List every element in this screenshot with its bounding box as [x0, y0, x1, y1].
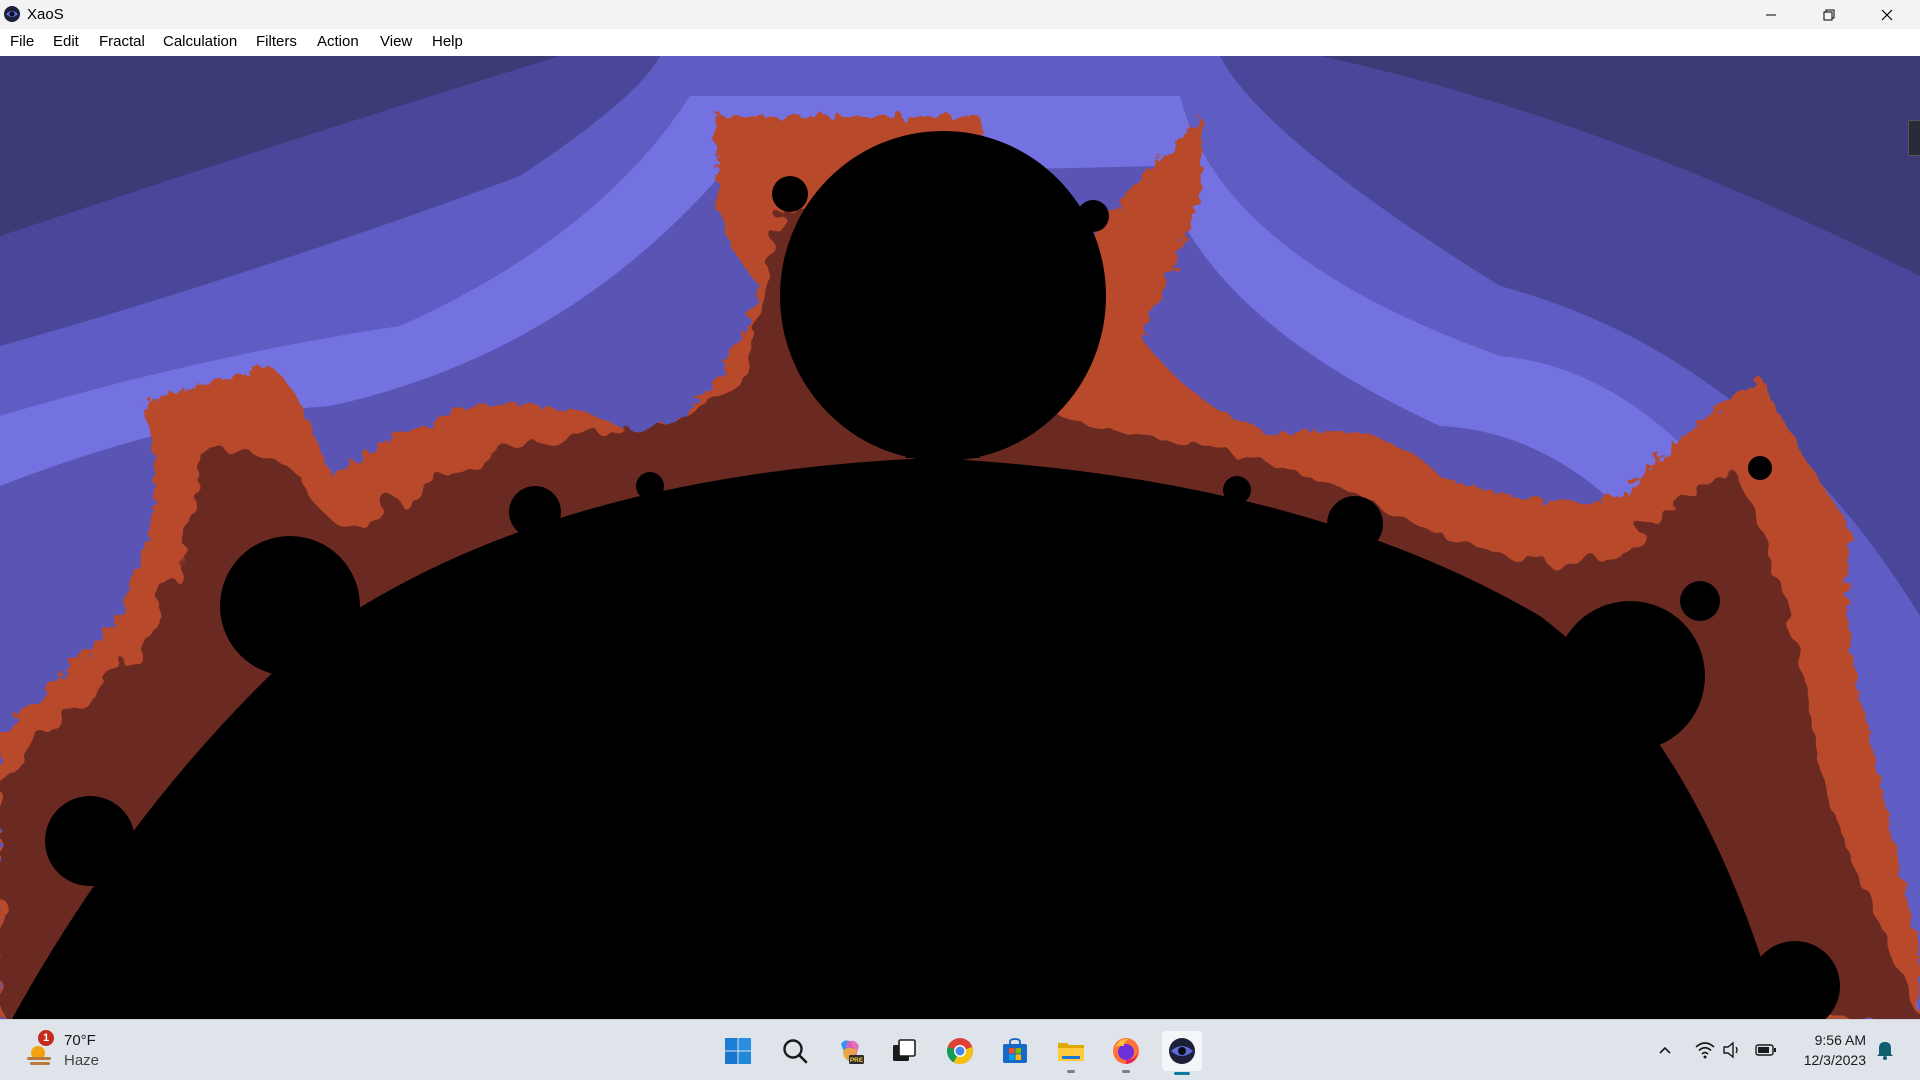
- clock-time[interactable]: 9:56 AM: [1796, 1032, 1866, 1048]
- file-explorer-button[interactable]: [1053, 1033, 1089, 1073]
- taskbar: 1 70°F Haze PRE 9:56 AM 12/3/2023: [0, 1019, 1920, 1080]
- start-button[interactable]: [720, 1033, 756, 1069]
- menu-file[interactable]: File: [8, 33, 36, 50]
- active-indicator: [1174, 1072, 1190, 1075]
- copilot-button[interactable]: PRE: [832, 1033, 868, 1069]
- restore-icon: [1823, 9, 1835, 20]
- fractal-image: [0, 56, 1920, 1019]
- wifi-icon: [1695, 1042, 1715, 1059]
- menu-filters[interactable]: Filters: [254, 33, 299, 50]
- folder-icon: [1058, 1043, 1084, 1061]
- task-view-icon: [893, 1039, 916, 1061]
- chrome-button[interactable]: [942, 1033, 978, 1069]
- menu-fractal[interactable]: Fractal: [97, 33, 147, 50]
- firefox-icon: [1113, 1038, 1139, 1064]
- weather-badge: 1: [38, 1030, 54, 1046]
- windows-logo-icon: [725, 1038, 751, 1064]
- weather-sun-haze-icon: [27, 1046, 51, 1065]
- store-button[interactable]: [997, 1033, 1033, 1069]
- window-title: XaoS: [27, 6, 64, 23]
- xaos-app-icon: [4, 6, 20, 22]
- weather-widget[interactable]: 1 70°F Haze: [24, 1030, 114, 1074]
- copilot-badge: PRE: [850, 1057, 864, 1064]
- xaos-icon: [1169, 1038, 1195, 1064]
- store-icon: [1003, 1038, 1027, 1063]
- volume-control[interactable]: [1721, 1039, 1743, 1061]
- weather-temperature: 70°F: [64, 1032, 96, 1049]
- menu-calculation[interactable]: Calculation: [161, 33, 239, 50]
- wifi-status[interactable]: [1694, 1039, 1716, 1061]
- search-button[interactable]: [777, 1033, 813, 1069]
- fractal-canvas[interactable]: [0, 56, 1920, 1019]
- restore-button[interactable]: [1800, 0, 1858, 29]
- menu-help[interactable]: Help: [430, 33, 465, 50]
- volume-icon: [1723, 1041, 1738, 1059]
- battery-icon: [1755, 1044, 1776, 1056]
- battery-status[interactable]: [1755, 1039, 1777, 1061]
- weather-condition: Haze: [64, 1052, 100, 1069]
- menu-action[interactable]: Action: [315, 33, 361, 50]
- show-hidden-icons-button[interactable]: [1654, 1039, 1676, 1061]
- menu-view[interactable]: View: [378, 33, 414, 50]
- close-icon: [1881, 9, 1893, 20]
- search-icon: [783, 1039, 808, 1064]
- clock-date[interactable]: 12/3/2023: [1786, 1052, 1866, 1068]
- close-button[interactable]: [1858, 0, 1916, 29]
- menu-edit[interactable]: Edit: [51, 33, 81, 50]
- title-bar[interactable]: XaoS: [0, 0, 1920, 29]
- chevron-up-icon: [1659, 1046, 1671, 1054]
- xaos-button[interactable]: [1162, 1031, 1202, 1075]
- minimize-icon: [1766, 14, 1776, 15]
- bell-icon: [1877, 1042, 1893, 1060]
- firefox-button[interactable]: [1108, 1033, 1144, 1073]
- minimize-button[interactable]: [1742, 0, 1800, 29]
- scroll-handle[interactable]: [1908, 120, 1920, 156]
- notification-center-button[interactable]: [1874, 1039, 1896, 1061]
- running-indicator: [1122, 1070, 1130, 1073]
- copilot-icon: PRE: [841, 1040, 864, 1064]
- chrome-icon: [947, 1038, 973, 1065]
- running-indicator: [1067, 1070, 1075, 1073]
- task-view-button[interactable]: [886, 1033, 922, 1069]
- menu-bar: File Edit Fractal Calculation Filters Ac…: [0, 29, 1920, 56]
